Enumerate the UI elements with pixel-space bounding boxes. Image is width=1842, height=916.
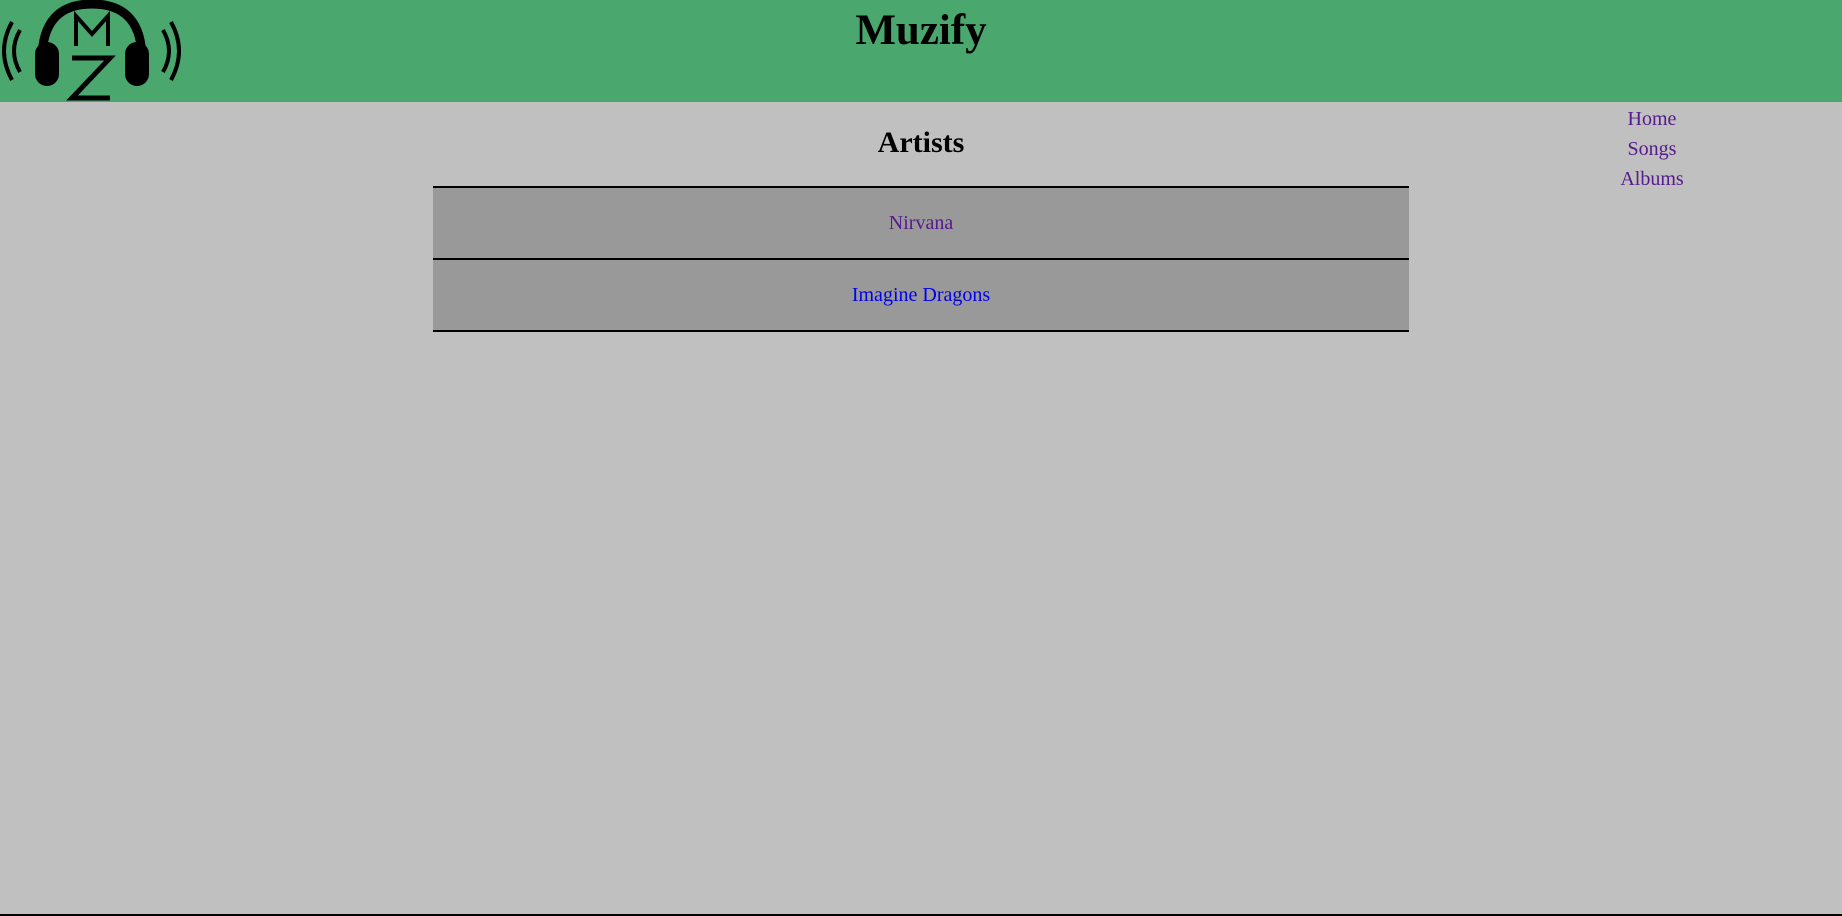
artist-list: Nirvana Imagine Dragons [433,186,1409,332]
artist-link-imagine-dragons[interactable]: Imagine Dragons [852,284,990,307]
nav-link-albums[interactable]: Albums [1592,164,1712,194]
page-title: Artists [877,126,965,159]
list-item: Nirvana [433,188,1409,260]
site-title: Muzify [855,7,987,54]
site-header: Muzify [0,0,1842,102]
list-item: Imagine Dragons [433,260,1409,332]
artist-link-nirvana[interactable]: Nirvana [889,212,953,235]
